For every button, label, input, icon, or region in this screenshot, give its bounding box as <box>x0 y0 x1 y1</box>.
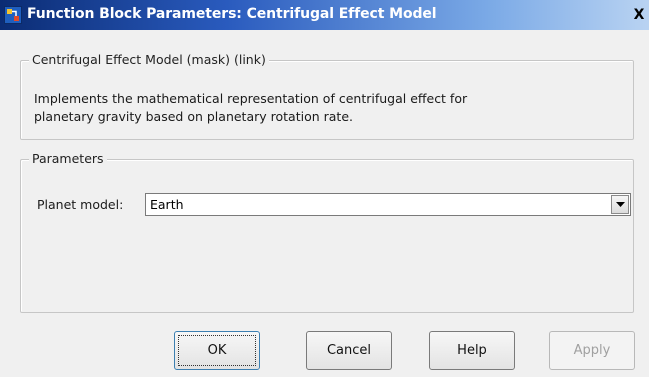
dialog-window: Function Block Parameters: Centrifugal E… <box>0 0 649 377</box>
parameters-group-legend: Parameters <box>29 151 107 166</box>
help-button[interactable]: Help <box>429 331 515 370</box>
planet-model-value: Earth <box>150 197 184 212</box>
close-icon[interactable]: X <box>629 6 649 24</box>
title-bar[interactable]: Function Block Parameters: Centrifugal E… <box>0 0 649 30</box>
cancel-button-label: Cancel <box>326 343 372 358</box>
cancel-button[interactable]: Cancel <box>306 331 392 370</box>
apply-button-label: Apply <box>573 343 611 358</box>
ok-button[interactable]: OK <box>174 331 260 370</box>
parameters-group: Parameters <box>20 151 634 313</box>
chevron-down-icon <box>616 202 625 207</box>
focus-rectangle <box>178 335 256 366</box>
apply-button[interactable]: Apply <box>549 331 635 370</box>
dropdown-arrow-button[interactable] <box>611 195 629 214</box>
planet-model-dropdown[interactable]: Earth <box>145 193 631 216</box>
window-title: Function Block Parameters: Centrifugal E… <box>27 6 437 22</box>
description-line-2: planetary gravity based on planetary rot… <box>34 109 353 124</box>
mask-group-legend: Centrifugal Effect Model (mask) (link) <box>29 52 269 67</box>
description-line-1: Implements the mathematical representati… <box>34 91 468 106</box>
block-description: Implements the mathematical representati… <box>34 90 574 126</box>
help-button-label: Help <box>457 343 487 358</box>
simulink-block-icon <box>4 6 22 24</box>
planet-model-label: Planet model: <box>37 197 124 212</box>
